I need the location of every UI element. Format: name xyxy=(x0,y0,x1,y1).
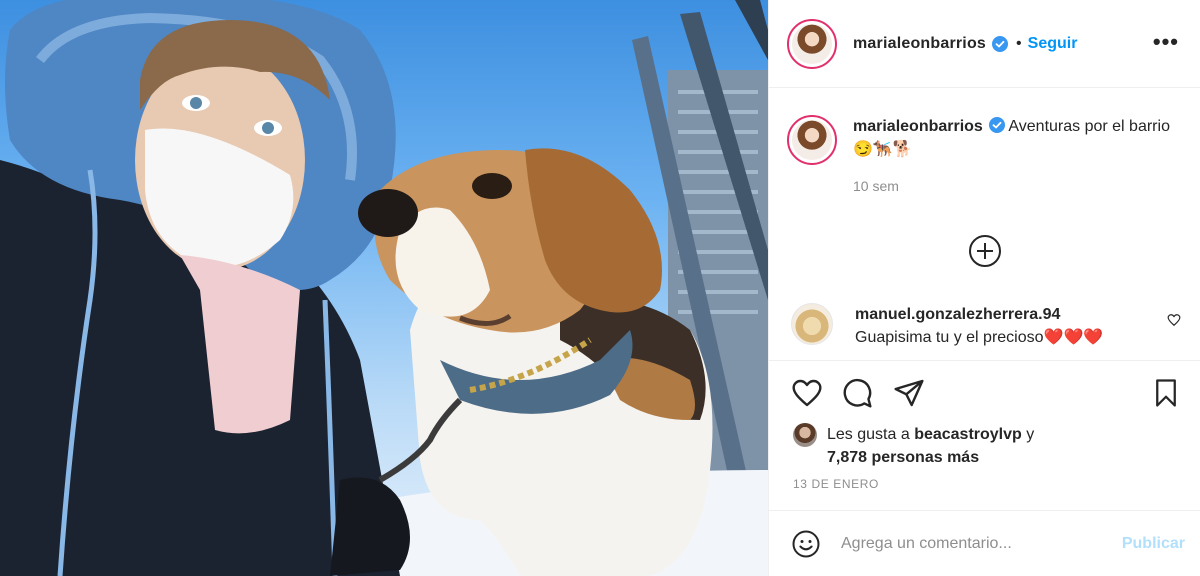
bookmark-icon[interactable] xyxy=(1151,377,1181,409)
heart-icon[interactable] xyxy=(791,377,823,409)
liker-username[interactable]: beacastroylvp xyxy=(914,426,1022,443)
likes-count[interactable]: 7,878 personas más xyxy=(827,449,979,466)
verified-badge-icon xyxy=(992,35,1009,52)
dog-eye xyxy=(472,173,512,199)
add-comment-bar: Publicar xyxy=(769,510,1200,576)
comment-item: manuel.gonzalezherrera.94 Guapisima tu y… xyxy=(791,303,1181,349)
post-actions: Les gusta a beacastroylvp y 7,878 person… xyxy=(769,360,1200,510)
paper-plane-icon[interactable] xyxy=(893,377,925,409)
post-photo[interactable] xyxy=(0,0,768,576)
likes-connector: y xyxy=(1026,426,1035,443)
glove xyxy=(330,477,410,576)
likes-text: Les gusta a beacastroylvp y 7,878 person… xyxy=(827,423,1034,469)
caption-text: marialeonbarrios Aventuras por el barrio… xyxy=(853,115,1173,198)
follow-button[interactable]: Seguir xyxy=(1028,35,1078,53)
post-sidebar: marialeonbarrios • Seguir ••• marialeonb… xyxy=(768,0,1200,576)
caption-username[interactable]: marialeonbarrios xyxy=(853,118,983,135)
author-username[interactable]: marialeonbarrios xyxy=(853,35,986,53)
commenter-avatar[interactable] xyxy=(791,303,833,345)
comment-body: Guapisima tu y el precioso❤️❤️❤️ xyxy=(855,329,1104,346)
caption-timestamp[interactable]: 10 sem xyxy=(853,175,1173,198)
emoji-icon[interactable] xyxy=(791,529,821,559)
post-caption: marialeonbarrios Aventuras por el barrio… xyxy=(787,115,1173,198)
author-avatar[interactable] xyxy=(787,18,837,69)
post-header: marialeonbarrios • Seguir ••• xyxy=(769,0,1200,88)
caption-avatar[interactable] xyxy=(787,115,837,165)
dog-nose xyxy=(358,189,418,237)
comment-text: manuel.gonzalezherrera.94 Guapisima tu y… xyxy=(855,303,1103,349)
more-options-icon[interactable]: ••• xyxy=(1153,31,1179,53)
load-more-comments-icon[interactable] xyxy=(969,235,1001,267)
publish-button[interactable]: Publicar xyxy=(1122,535,1185,553)
comment-input[interactable] xyxy=(841,534,1091,553)
separator-dot: • xyxy=(1016,34,1022,52)
photo-illustration xyxy=(0,0,768,576)
comment-like-heart-icon[interactable] xyxy=(1167,313,1181,327)
liker-avatar[interactable] xyxy=(793,423,817,447)
verified-badge-icon xyxy=(988,117,1005,133)
likes-summary: Les gusta a beacastroylvp y 7,878 person… xyxy=(793,423,1034,469)
likes-prefix: Les gusta a xyxy=(827,426,910,443)
comments-section: marialeonbarrios Aventuras por el barrio… xyxy=(769,89,1200,359)
comment-icon[interactable] xyxy=(841,377,873,409)
post-date[interactable]: 13 DE ENERO xyxy=(793,477,879,491)
commenter-username[interactable]: manuel.gonzalezherrera.94 xyxy=(855,306,1060,323)
